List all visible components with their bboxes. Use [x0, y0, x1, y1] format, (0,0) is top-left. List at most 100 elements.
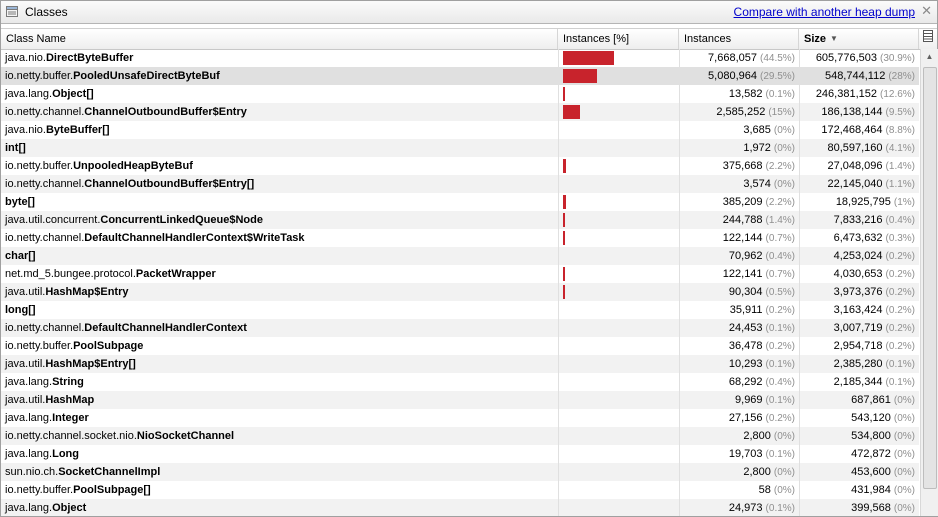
table-row[interactable]: io.netty.buffer.UnpooledHeapByteBuf 375,6… — [1, 157, 919, 175]
size-bytes: 7,833,216 — [833, 214, 883, 226]
instances-cell: 10,293 (0.1%) — [679, 355, 799, 373]
instances-percent-text: (0.1%) — [765, 323, 795, 334]
instances-count: 68,292 — [728, 376, 763, 388]
class-package: java.util. — [5, 358, 46, 370]
class-package: sun.nio.ch. — [5, 466, 59, 478]
table-row[interactable]: int[] 1,972 (0%) 80,597,160 (4.1%) — [1, 139, 919, 157]
table-row[interactable]: char[] 70,962 (0.4%) 4,253,024 (0.2%) — [1, 247, 919, 265]
instances-count: 2,800 — [743, 430, 771, 442]
table-row[interactable]: java.lang.Object 24,973 (0.1%) 399,568 (0%) — [1, 499, 919, 516]
table-row[interactable]: java.nio.DirectByteBuffer 7,668,057 (44.5%… — [1, 49, 919, 67]
column-header-instances[interactable]: Instances — [679, 29, 799, 49]
class-simple-name: NioSocketChannel — [136, 430, 235, 442]
instances-count: 35,911 — [729, 304, 763, 316]
class-name-cell: java.lang.Long — [1, 445, 558, 463]
size-cell: 543,120 (0%) — [799, 409, 919, 427]
size-cell: 3,007,719 (0.2%) — [799, 319, 919, 337]
table-row[interactable]: java.lang.String 68,292 (0.4%) 2,185,344 (0.… — [1, 373, 919, 391]
table-row[interactable]: java.util.HashMap 9,969 (0.1%) 687,861 (0%) — [1, 391, 919, 409]
class-simple-name: HashMap$Entry — [45, 286, 129, 298]
size-bytes: 2,185,344 — [833, 376, 883, 388]
size-cell: 534,800 (0%) — [799, 427, 919, 445]
table-row[interactable]: net.md_5.bungee.protocol.PacketWrapper 12… — [1, 265, 919, 283]
class-name-cell: io.netty.buffer.PoolSubpage — [1, 337, 558, 355]
class-simple-name: char[] — [5, 250, 36, 262]
size-percent-text: (0%) — [893, 503, 915, 514]
table-row[interactable]: io.netty.channel.socket.nio.NioSocketCha… — [1, 427, 919, 445]
classes-window: Classes Compare with another heap dump ✕… — [0, 0, 938, 517]
size-cell: 27,048,096 (1.4%) — [799, 157, 919, 175]
column-header-size[interactable]: Size ▼ — [799, 29, 919, 49]
class-simple-name: DirectByteBuffer — [45, 52, 134, 64]
table-row[interactable]: io.netty.channel.ChannelOutboundBuffer$E… — [1, 103, 919, 121]
size-percent-text: (0%) — [893, 449, 915, 460]
column-header-instances-percent[interactable]: Instances [%] — [558, 29, 679, 49]
table-row[interactable]: io.netty.buffer.PooledUnsafeDirectByteBu… — [1, 67, 919, 85]
size-percent-text: (0.2%) — [885, 287, 915, 298]
instances-cell: 2,585,252 (15%) — [679, 103, 799, 121]
class-simple-name: DefaultChannelHandlerContext$WriteTask — [84, 232, 305, 244]
class-simple-name: PacketWrapper — [135, 268, 216, 280]
class-name-cell: io.netty.channel.DefaultChannelHandlerCo… — [1, 229, 558, 247]
class-name-cell: int[] — [1, 139, 558, 157]
instances-cell: 70,962 (0.4%) — [679, 247, 799, 265]
size-bytes: 4,253,024 — [833, 250, 883, 262]
table-row[interactable]: java.util.concurrent.ConcurrentLinkedQue… — [1, 211, 919, 229]
size-cell: 605,776,503 (30.9%) — [799, 49, 919, 67]
table-row[interactable]: io.netty.buffer.PoolSubpage[] 58 (0%) 431,9… — [1, 481, 919, 499]
table-row[interactable]: java.util.HashMap$Entry[] 10,293 (0.1%) 2,3… — [1, 355, 919, 373]
table-row[interactable]: io.netty.channel.ChannelOutboundBuffer$E… — [1, 175, 919, 193]
table-row[interactable]: byte[] 385,209 (2.2%) 18,925,795 (1%) — [1, 193, 919, 211]
class-name-cell: java.util.HashMap$Entry[] — [1, 355, 558, 373]
class-simple-name: int[] — [5, 142, 26, 154]
size-bytes: 687,861 — [851, 394, 891, 406]
size-percent-text: (1.1%) — [885, 179, 915, 190]
instances-percent-text: (2.2%) — [765, 197, 795, 208]
instances-percent-cell — [558, 211, 679, 229]
scrollbar-thumb[interactable] — [923, 67, 937, 489]
size-cell: 7,833,216 (0.4%) — [799, 211, 919, 229]
class-name-cell: java.nio.DirectByteBuffer — [1, 49, 558, 67]
instances-count: 70,962 — [728, 250, 763, 262]
class-package: java.lang. — [5, 376, 53, 388]
class-package: io.netty.buffer. — [5, 160, 74, 172]
size-cell: 399,568 (0%) — [799, 499, 919, 516]
instances-percent-text: (0%) — [773, 431, 795, 442]
column-selector-icon[interactable] — [921, 30, 935, 47]
close-icon[interactable]: ✕ — [921, 3, 932, 19]
table-row[interactable]: io.netty.channel.DefaultChannelHandlerCo… — [1, 319, 919, 337]
size-bytes: 472,872 — [851, 448, 891, 460]
size-cell: 453,600 (0%) — [799, 463, 919, 481]
table-row[interactable]: long[] 35,911 (0.2%) 3,163,424 (0.2%) — [1, 301, 919, 319]
instances-cell: 13,582 (0.1%) — [679, 85, 799, 103]
table-row[interactable]: java.nio.ByteBuffer[] 3,685 (0%) 172,468,46… — [1, 121, 919, 139]
instances-count: 3,685 — [743, 124, 771, 136]
table-row[interactable]: sun.nio.ch.SocketChannelImpl 2,800 (0%) 453… — [1, 463, 919, 481]
table-row[interactable]: java.util.HashMap$Entry 90,304 (0.5%) 3,973… — [1, 283, 919, 301]
column-header-class-name[interactable]: Class Name — [1, 29, 558, 49]
class-simple-name: Integer — [52, 412, 89, 424]
instances-percent-cell — [558, 463, 679, 481]
class-name-cell: java.nio.ByteBuffer[] — [1, 121, 558, 139]
class-package: java.lang. — [5, 502, 53, 514]
table-row[interactable]: java.lang.Integer 27,156 (0.2%) 543,120 (0%) — [1, 409, 919, 427]
class-simple-name: PooledUnsafeDirectByteBuf — [73, 70, 220, 82]
size-bytes: 246,381,152 — [815, 88, 877, 100]
vertical-scrollbar[interactable]: ▲ — [920, 49, 938, 516]
class-simple-name: PoolSubpage[] — [73, 484, 151, 496]
class-package: io.netty.channel. — [5, 322, 85, 334]
table-row[interactable]: io.netty.buffer.PoolSubpage 36,478 (0.2%) 2… — [1, 337, 919, 355]
instances-percent-text: (0.4%) — [765, 377, 795, 388]
scroll-up-icon[interactable]: ▲ — [921, 49, 938, 65]
size-cell: 3,163,424 (0.2%) — [799, 301, 919, 319]
instances-percent-cell — [558, 49, 679, 67]
class-simple-name: long[] — [5, 304, 36, 316]
compare-heap-dump-link[interactable]: Compare with another heap dump — [734, 5, 915, 19]
size-cell: 472,872 (0%) — [799, 445, 919, 463]
instances-percent-bar — [563, 159, 566, 173]
instances-count: 24,453 — [728, 322, 763, 334]
table-row[interactable]: java.lang.Object[] 13,582 (0.1%) 246,381,15… — [1, 85, 919, 103]
size-bytes: 3,163,424 — [833, 304, 883, 316]
table-row[interactable]: io.netty.channel.DefaultChannelHandlerCo… — [1, 229, 919, 247]
table-row[interactable]: java.lang.Long 19,703 (0.1%) 472,872 (0%) — [1, 445, 919, 463]
